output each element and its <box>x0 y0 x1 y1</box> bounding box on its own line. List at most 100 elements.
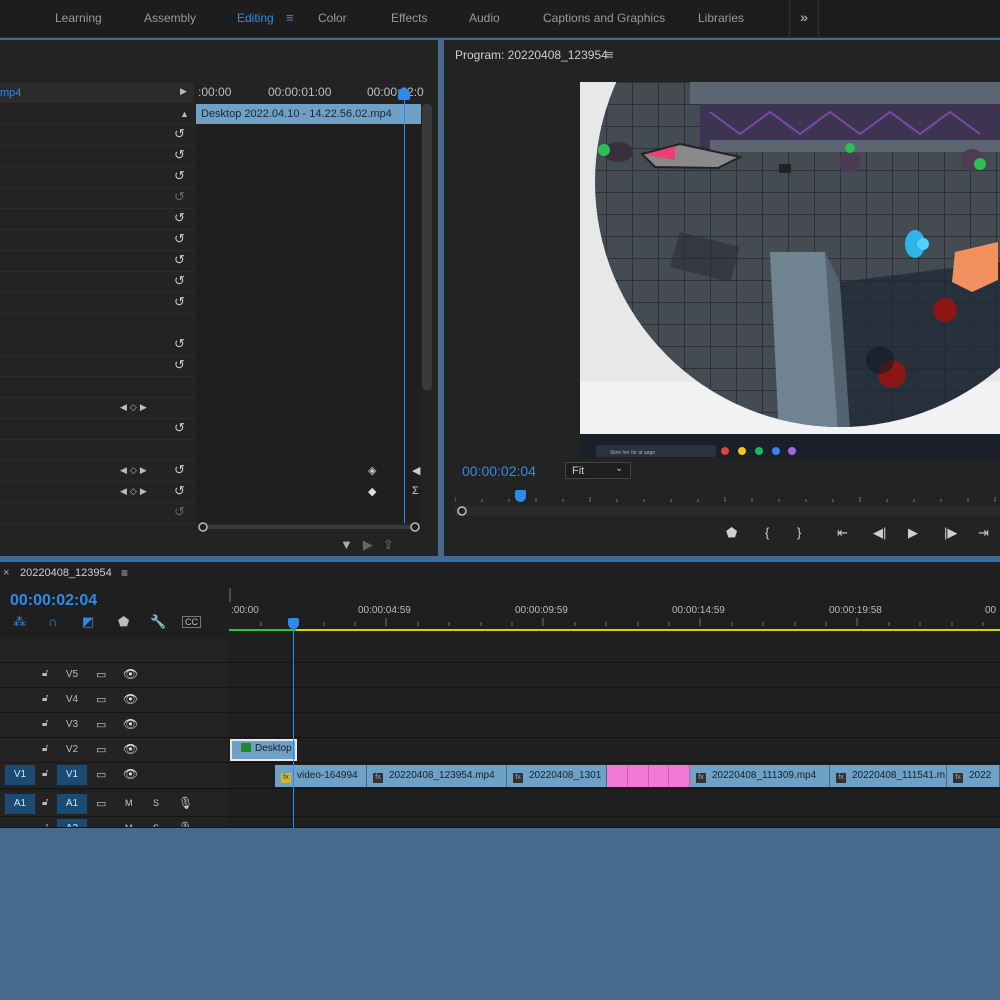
program-playhead[interactable] <box>515 490 526 502</box>
track-label[interactable]: V2 <box>57 740 87 760</box>
step-forward-icon[interactable]: |▶ <box>944 525 957 541</box>
tab-effects[interactable]: Effects <box>391 11 427 25</box>
lock-icon[interactable]: 🔓︎ <box>42 822 48 827</box>
keyframe-nav-icon[interactable]: ◀◇▶ <box>120 486 150 497</box>
track-label[interactable]: A2 <box>57 819 87 827</box>
export-icon[interactable]: ⇪ <box>383 537 404 552</box>
timeline-timecode[interactable]: 00:00:02:04 <box>10 592 97 610</box>
track-v1[interactable]: V1 🔓︎ V1 ▭ 👁︎ fx video-164994 fx 20220408_1239… <box>0 763 1000 789</box>
eye-icon[interactable]: 👁︎ <box>123 742 138 756</box>
mark-in-icon[interactable]: { <box>765 525 769 540</box>
tab-editing[interactable]: Editing <box>237 11 274 25</box>
reset-icon[interactable]: ↺ <box>174 295 188 309</box>
tab-captions-and-graphics[interactable]: Captions and Graphics <box>543 11 665 25</box>
go-to-in-icon[interactable]: ⇤ <box>837 525 848 541</box>
timeline-ruler[interactable]: :00:00 00:00:04:59 00:00:09:59 00:00:14:… <box>229 588 1000 632</box>
more-workspaces-icon[interactable]: » <box>789 0 819 37</box>
keyframe-area[interactable] <box>196 124 421 522</box>
sync-lock-icon[interactable]: ▭ <box>96 718 106 731</box>
reset-icon[interactable]: ↺ <box>174 169 188 183</box>
sync-lock-icon[interactable]: ▭ <box>96 668 106 681</box>
track-label[interactable]: V5 <box>57 665 87 685</box>
sync-lock-icon[interactable]: ▭ <box>96 743 106 756</box>
sequence-tab[interactable]: 20220408_123954 <box>20 567 112 579</box>
track-label[interactable]: A1 <box>57 794 87 814</box>
mark-out-icon[interactable]: } <box>797 525 801 540</box>
mute-button[interactable]: M <box>125 798 133 808</box>
reset-icon[interactable]: ↺ <box>174 358 188 372</box>
effect-controls-ruler[interactable]: :00:00 00:00:01:00 00:00:02:0 <box>196 83 424 103</box>
sync-lock-icon[interactable]: ▭ <box>96 768 106 781</box>
timeline-clip[interactable] <box>607 765 628 787</box>
solo-button[interactable]: S <box>153 798 159 808</box>
reset-icon[interactable]: ↺ <box>174 484 188 498</box>
linked-selection-icon[interactable]: ◩ <box>82 614 94 630</box>
playhead[interactable] <box>398 88 410 100</box>
keyframe-icon[interactable]: ◀ <box>412 464 420 477</box>
source-patch-v1[interactable]: V1 <box>5 765 35 785</box>
timeline-clip[interactable]: fx video-164994 <box>275 765 367 787</box>
track-label[interactable]: V3 <box>57 715 87 735</box>
timeline-clip[interactable]: fx 2022 <box>947 765 1000 787</box>
track-v2[interactable]: 🔓︎ V2 ▭ 👁︎ <box>0 738 1000 763</box>
sync-lock-icon[interactable]: ▭ <box>96 822 106 827</box>
reset-icon[interactable]: ↺ <box>174 253 188 267</box>
source-patch-a1[interactable]: A1 <box>5 794 35 814</box>
horizontal-zoom-scrollbar[interactable] <box>198 522 420 532</box>
track-a1[interactable]: A1 🔓︎ A1 ▭ M S 🎙︎ <box>0 792 1000 817</box>
reset-icon[interactable]: ↺ <box>174 190 188 204</box>
lock-icon[interactable]: 🔓︎ <box>42 743 48 754</box>
timeline-clip[interactable]: fx 20220408_1301 <box>507 765 607 787</box>
track-a2[interactable]: 🔓︎ A2 ▭ M S 🎙︎ <box>0 817 1000 828</box>
lock-icon[interactable]: 🔓︎ <box>42 668 48 679</box>
workspace-menu-icon[interactable]: ≡ <box>286 10 294 25</box>
wrench-icon[interactable]: 🔧 <box>150 614 166 630</box>
chevron-down-icon[interactable]: ⌄ <box>615 463 623 474</box>
tab-color[interactable]: Color <box>318 11 347 25</box>
tab-audio[interactable]: Audio <box>469 11 500 25</box>
add-marker-icon[interactable]: ⬟ <box>726 525 737 541</box>
tab-libraries[interactable]: Libraries <box>698 11 744 25</box>
reset-icon[interactable]: ↺ <box>174 463 188 477</box>
timeline-clip[interactable] <box>649 765 669 787</box>
track-v3[interactable]: 🔓︎ V3 ▭ 👁︎ <box>0 713 1000 738</box>
play-triangle-icon[interactable]: ▶ <box>180 86 187 97</box>
effect-controls-clip[interactable]: Desktop 2022.04.10 - 14.22.56.02.mp4 <box>196 104 421 124</box>
panel-menu-icon[interactable]: ≡ <box>606 47 614 62</box>
play-audio-icon[interactable]: ▶ <box>363 537 383 552</box>
sync-lock-icon[interactable]: ▭ <box>96 797 106 810</box>
track-label[interactable]: V1 <box>57 765 87 785</box>
solo-button[interactable]: S <box>153 823 159 827</box>
eye-icon[interactable]: 👁︎ <box>123 717 138 731</box>
reset-icon[interactable]: ↺ <box>174 127 188 141</box>
reset-icon[interactable]: ↺ <box>174 148 188 162</box>
timeline-clip[interactable] <box>628 765 649 787</box>
lock-icon[interactable]: 🔓︎ <box>42 797 48 808</box>
timeline-clip[interactable]: fx 20220408_111541.m <box>830 765 947 787</box>
lock-icon[interactable]: 🔓︎ <box>42 768 48 779</box>
program-video-frame[interactable]: Skriv her for at søge <box>580 82 1000 458</box>
tab-assembly[interactable]: Assembly <box>144 11 196 25</box>
close-icon[interactable]: × <box>3 567 9 579</box>
keyframe-icon[interactable]: Σ <box>412 485 419 497</box>
eye-icon[interactable]: 👁︎ <box>123 667 138 681</box>
eye-icon[interactable]: 👁︎ <box>123 692 138 706</box>
snap-icon[interactable]: ∩ <box>48 614 57 629</box>
keyframe-icon[interactable]: ◆ <box>368 485 376 498</box>
reset-icon[interactable]: ↺ <box>174 337 188 351</box>
reset-icon[interactable]: ↺ <box>174 505 188 519</box>
play-icon[interactable]: ▶ <box>908 525 918 541</box>
nest-icon[interactable]: ⁂ <box>13 614 26 630</box>
lock-icon[interactable]: 🔓︎ <box>42 693 48 704</box>
timeline-clip[interactable] <box>669 765 690 787</box>
keyframe-icon[interactable]: ◈ <box>368 464 376 477</box>
go-to-out-icon[interactable]: ⇥ <box>978 525 989 541</box>
keyframe-nav-icon[interactable]: ◀◇▶ <box>120 465 150 476</box>
reset-icon[interactable]: ↺ <box>174 211 188 225</box>
microphone-icon[interactable]: 🎙︎ <box>178 796 193 810</box>
microphone-icon[interactable]: 🎙︎ <box>178 821 193 827</box>
sync-lock-icon[interactable]: ▭ <box>96 693 106 706</box>
timeline-clip[interactable]: fx 20220408_111309.mp4 <box>690 765 830 787</box>
program-zoom-scrollbar[interactable] <box>455 506 1000 516</box>
track-v5[interactable]: 🔓︎ V5 ▭ 👁︎ <box>0 663 1000 688</box>
